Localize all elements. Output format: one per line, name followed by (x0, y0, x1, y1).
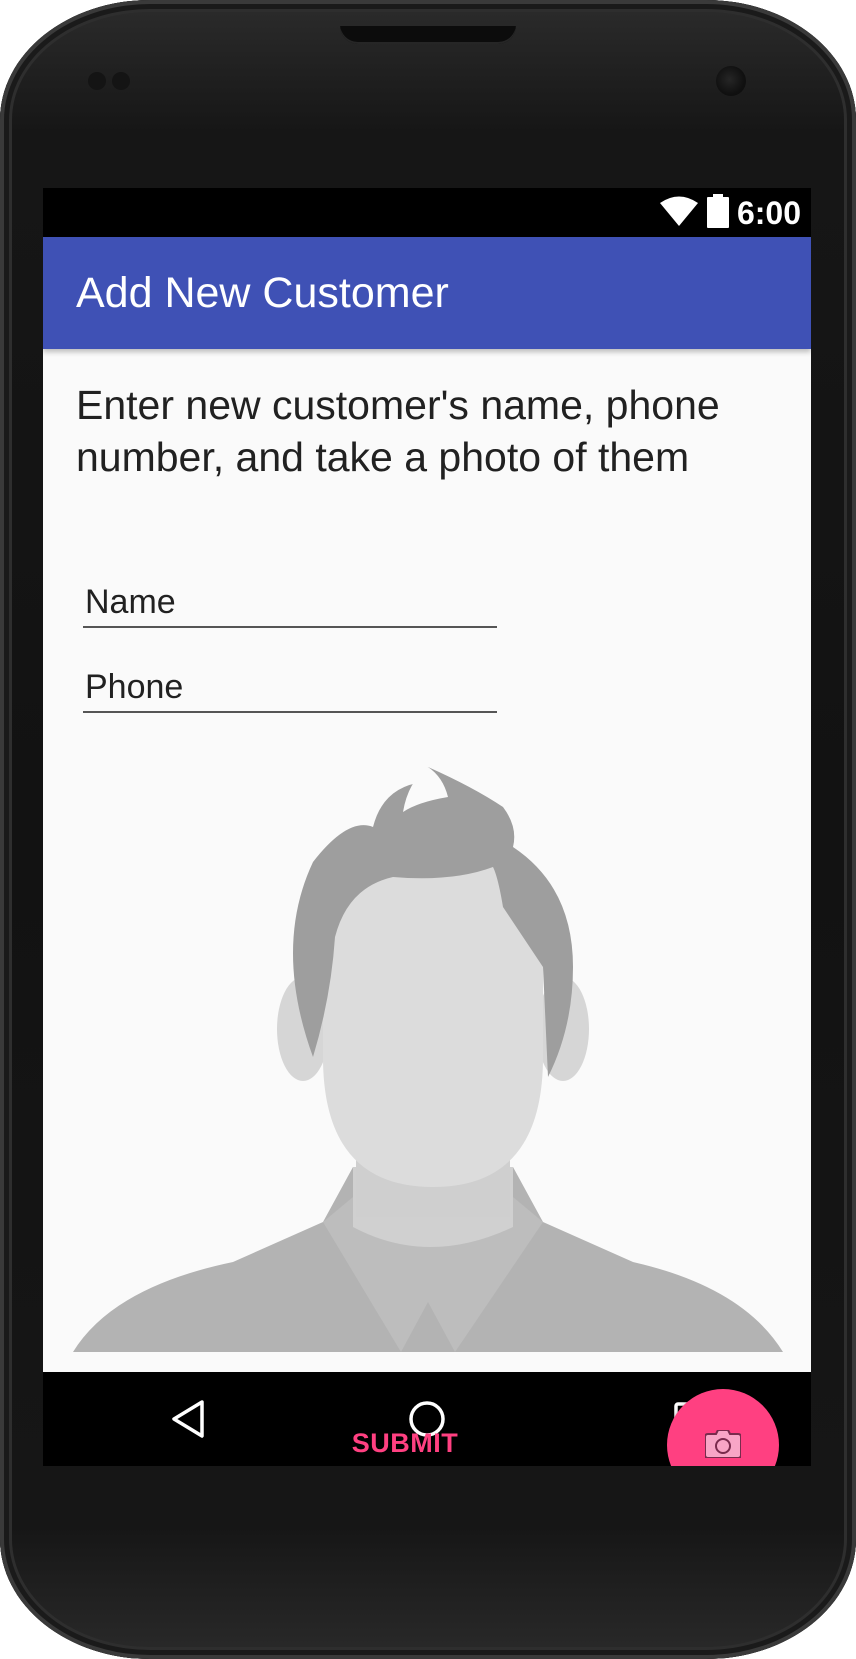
phone-frame: 6:00 Add New Customer Enter new customer… (0, 0, 856, 1659)
phone-input[interactable] (83, 663, 497, 711)
app-bar: Add New Customer (43, 237, 811, 349)
light-sensor (112, 72, 130, 90)
default-avatar-icon (73, 767, 783, 1352)
proximity-sensor (88, 72, 106, 90)
status-time: 6:00 (736, 195, 801, 231)
front-camera (716, 66, 746, 96)
instructions-text: Enter new customer's name, phone number,… (76, 382, 720, 480)
back-button[interactable] (163, 1394, 213, 1444)
customer-photo (73, 767, 783, 1352)
status-bar: 6:00 (43, 188, 811, 237)
submit-button[interactable]: SUBMIT (325, 1418, 485, 1466)
camera-icon (704, 1428, 742, 1461)
content-area: Enter new customer's name, phone number,… (43, 349, 811, 1466)
phone-field (83, 663, 497, 713)
screen: 6:00 Add New Customer Enter new customer… (43, 188, 811, 1466)
back-icon (172, 1400, 204, 1438)
app-title: Add New Customer (76, 269, 449, 317)
name-field (83, 578, 497, 628)
earpiece-speaker (340, 26, 516, 44)
name-input[interactable] (83, 578, 497, 626)
battery-icon (706, 193, 729, 233)
status-icons: 6:00 (659, 193, 801, 233)
wifi-icon (659, 195, 699, 232)
